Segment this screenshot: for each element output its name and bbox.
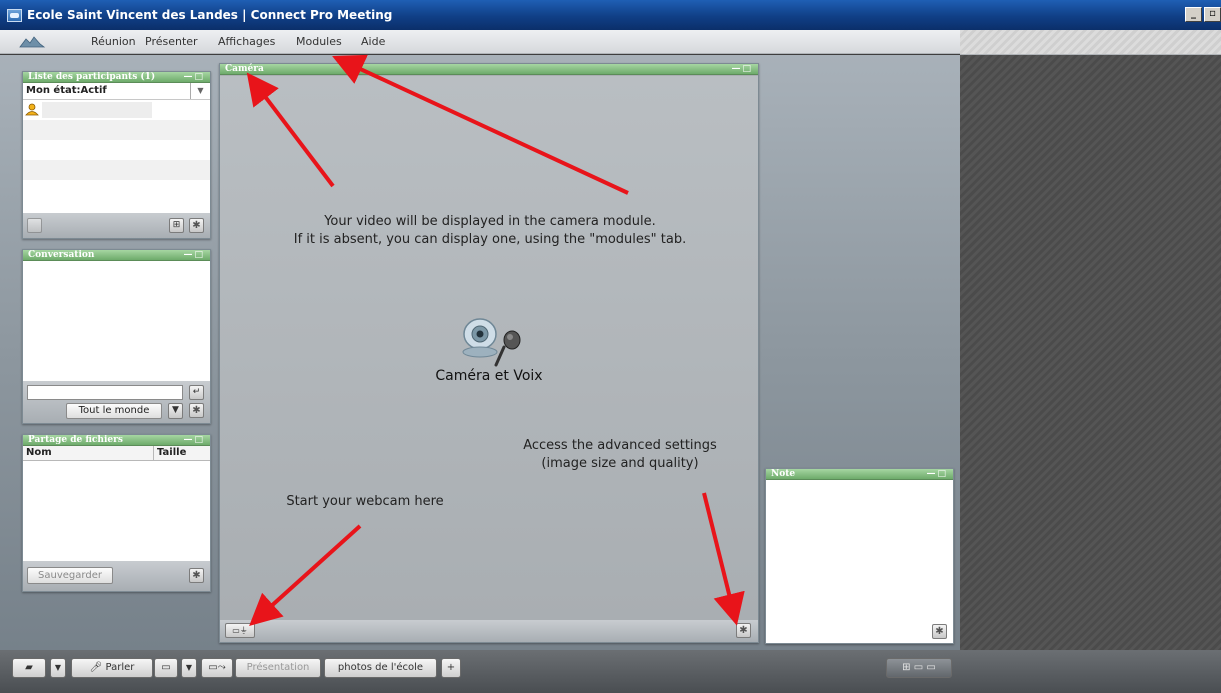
pod-options-gear-icon[interactable] [189, 218, 204, 233]
menu-presenter[interactable]: Présenter [145, 35, 198, 48]
pod-window-controls[interactable]: —□ [183, 72, 205, 83]
annotation-line: (image size and quality) [541, 456, 699, 471]
grid-view-icon[interactable]: ⊞ [169, 218, 184, 233]
menu-modules[interactable]: Modules [296, 35, 342, 48]
column-header-name[interactable]: Nom [23, 446, 154, 460]
chevron-down-icon[interactable]: ▼ [168, 403, 183, 419]
phone-icon[interactable]: ▭ [154, 658, 178, 678]
send-message-button[interactable]: ↵ [189, 385, 204, 400]
camera-toggle-icon[interactable]: ▭⤳ [201, 658, 233, 678]
pod-footer: Sauvegarder [23, 561, 210, 591]
pod-footer: ⊞ [23, 213, 210, 238]
share-screen-icon[interactable]: ▰ [12, 658, 46, 678]
pod-options-gear-icon[interactable] [189, 568, 204, 583]
app-icon [7, 8, 22, 22]
file-table-header: Nom Taille [23, 446, 210, 461]
connect-logo-icon[interactable] [18, 35, 46, 49]
talk-button[interactable]: 🎤︎ Parler [71, 658, 153, 678]
pod-window-controls[interactable]: —□ [926, 469, 948, 480]
bottom-toolbar: ▰ ▼ 🎤︎ Parler ▭ ▼ ▭⤳ Présentation photos… [0, 650, 1221, 693]
annotation-line: If it is absent, you can display one, us… [293, 232, 687, 247]
recipient-select[interactable]: Tout le monde [66, 403, 162, 419]
menu-affichages[interactable]: Affichages [218, 35, 275, 48]
annotation-line: Access the advanced settings [523, 438, 717, 453]
maximize-button[interactable]: ▫ [1204, 7, 1221, 22]
participants-pod: Liste des participants (1) —□ Mon état:A… [22, 71, 211, 239]
pod-title: Conversation [28, 250, 95, 260]
participant-row[interactable] [23, 100, 210, 120]
start-webcam-button[interactable]: ▭⏚ [225, 623, 255, 638]
pod-header[interactable]: Note —□ [766, 469, 953, 480]
add-layout-tab-button[interactable]: + [441, 658, 461, 678]
camera-voice-caption: Caméra et Voix [435, 368, 543, 384]
pod-title: Note [771, 469, 796, 479]
pod-title: Caméra [225, 64, 264, 74]
layout-switcher-icon[interactable]: ⊞ ▭ ▭ [886, 658, 952, 678]
webcam-microphone-icon [462, 318, 521, 367]
chevron-down-icon[interactable]: ▼ [181, 658, 197, 678]
file-share-pod: Partage de fichiers —□ Nom Taille Sauveg… [22, 434, 211, 592]
annotation-start-webcam: Start your webcam here [286, 494, 444, 509]
pod-window-controls[interactable]: —□ [183, 435, 205, 446]
menubar-filler [960, 30, 1221, 55]
stage-background [960, 55, 1221, 650]
save-button[interactable]: Sauvegarder [27, 567, 113, 584]
chat-message-input[interactable] [27, 385, 183, 400]
tab-presentation[interactable]: Présentation [235, 658, 321, 678]
conversation-pod: Conversation —□ ↵ Tout le monde ▼ [22, 249, 211, 424]
participant-name-redacted [42, 102, 152, 118]
my-status-label: Mon état:Actif [26, 85, 107, 96]
window-title: Ecole Saint Vincent des Landes | Connect… [27, 8, 393, 22]
camera-settings-gear-icon[interactable] [736, 623, 751, 638]
minimize-button[interactable]: _ [1185, 7, 1202, 22]
chevron-down-icon[interactable]: ▼ [190, 83, 210, 99]
host-icon [25, 103, 39, 116]
pod-window-controls[interactable]: —□ [183, 250, 205, 261]
menu-reunion[interactable]: Réunion [91, 35, 136, 48]
tab-photos-ecole[interactable]: photos de l'école [324, 658, 437, 678]
list-row-empty [23, 160, 210, 180]
annotation-advanced-settings: Access the advanced settings (image size… [490, 437, 750, 473]
pod-header[interactable]: Partage de fichiers —□ [23, 435, 210, 446]
list-row-empty [23, 180, 210, 200]
menu-aide[interactable]: Aide [361, 35, 385, 48]
chevron-down-icon[interactable]: ▼ [50, 658, 66, 678]
talk-button-label: Parler [105, 662, 135, 673]
microphone-icon: 🎤︎ [89, 662, 103, 673]
list-row-empty [23, 140, 210, 160]
pod-options-gear-icon[interactable] [189, 403, 204, 418]
note-pod: Note —□ [765, 468, 954, 644]
pod-footer: ↵ Tout le monde ▼ [23, 381, 210, 423]
pod-footer: ▭⏚ [220, 620, 758, 642]
raise-hand-button[interactable] [27, 218, 42, 233]
my-status-select[interactable]: Mon état:Actif ▼ [23, 83, 210, 100]
annotation-line: Your video will be displayed in the came… [324, 214, 656, 229]
pod-title: Partage de fichiers [28, 435, 123, 445]
pod-header[interactable]: Conversation —□ [23, 250, 210, 261]
pod-header[interactable]: Liste des participants (1) —□ [23, 72, 210, 83]
pod-options-gear-icon[interactable] [932, 624, 947, 639]
camera-pod: Caméra —□ Caméra et Voix ▭⏚ [219, 63, 759, 643]
list-row-empty [23, 120, 210, 140]
camera-video-area: Caméra et Voix [220, 76, 758, 620]
pod-header[interactable]: Caméra —□ [220, 64, 758, 75]
column-header-size[interactable]: Taille [154, 446, 186, 460]
window-title-bar: Ecole Saint Vincent des Landes | Connect… [0, 0, 1221, 30]
pod-window-controls[interactable]: —□ [731, 64, 753, 75]
annotation-camera-module: Your video will be displayed in the came… [220, 213, 760, 249]
pod-title: Liste des participants (1) [28, 72, 156, 82]
